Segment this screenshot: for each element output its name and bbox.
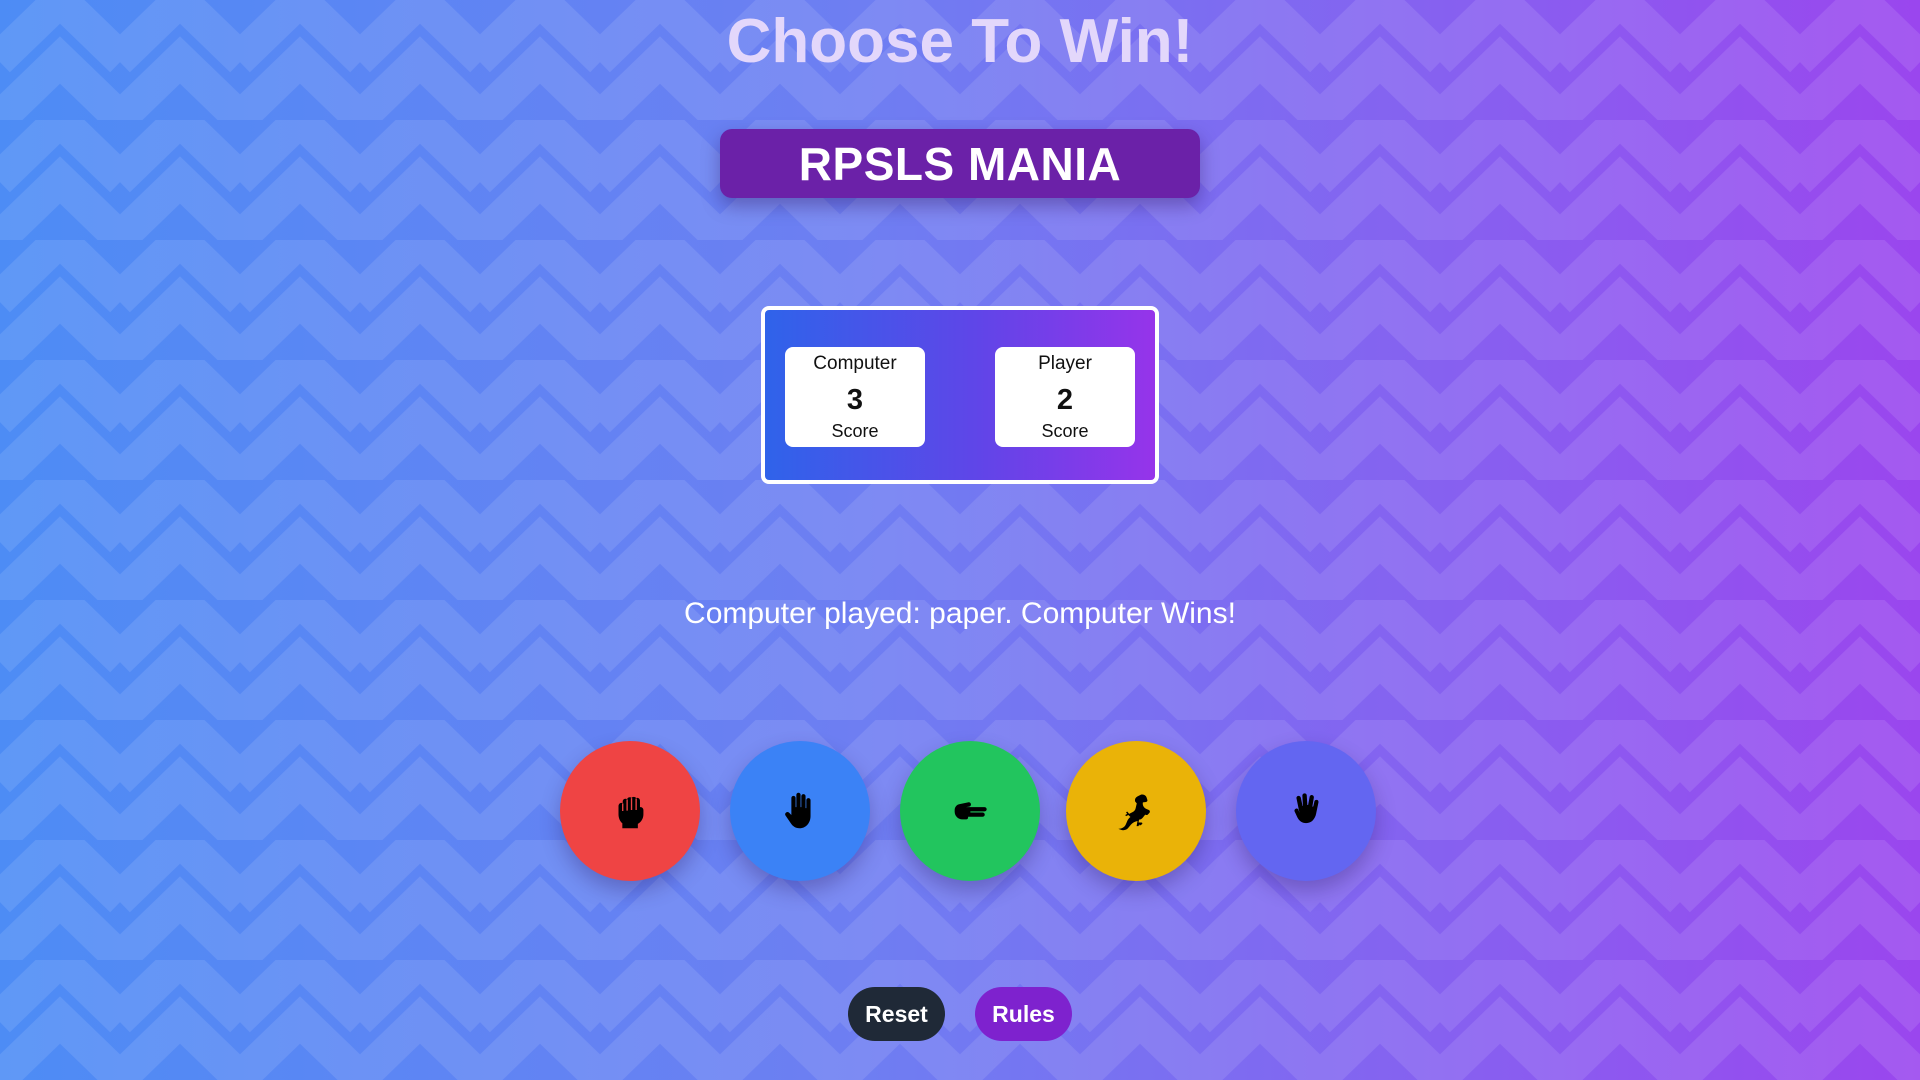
fist-icon bbox=[618, 796, 644, 829]
computer-score-value: 3 bbox=[846, 384, 864, 416]
brand-title: RPSLS MANIA bbox=[798, 137, 1122, 190]
computer-score-caption: Score bbox=[831, 421, 879, 441]
page-title: Choose To Win! bbox=[726, 7, 1194, 76]
lizard-icon bbox=[1118, 794, 1150, 831]
rules-button[interactable]: Rules bbox=[975, 987, 1072, 1041]
scoreboard: Computer 3 Score Player 2 Score bbox=[761, 306, 1159, 484]
player-score-label: Player bbox=[1038, 353, 1092, 374]
result-message: Computer played: paper. Computer Wins! bbox=[684, 597, 1236, 630]
lizard-button[interactable] bbox=[1066, 741, 1206, 881]
computer-score-label: Computer bbox=[813, 353, 897, 374]
reset-button[interactable]: Reset bbox=[848, 987, 945, 1041]
computer-score-card: Computer 3 Score bbox=[785, 347, 925, 447]
scissors-hand-icon bbox=[954, 802, 987, 820]
player-score-card: Player 2 Score bbox=[995, 347, 1135, 447]
player-score-value: 2 bbox=[1056, 384, 1074, 416]
brand-banner: RPSLS MANIA bbox=[720, 129, 1200, 198]
player-score-caption: Score bbox=[1041, 421, 1089, 441]
vulcan-salute-icon bbox=[1294, 793, 1319, 824]
rock-button[interactable] bbox=[560, 741, 700, 881]
spock-button[interactable] bbox=[1236, 741, 1376, 881]
scissors-button[interactable] bbox=[900, 741, 1040, 881]
open-hand-icon bbox=[785, 792, 811, 829]
paper-button[interactable] bbox=[730, 741, 870, 881]
